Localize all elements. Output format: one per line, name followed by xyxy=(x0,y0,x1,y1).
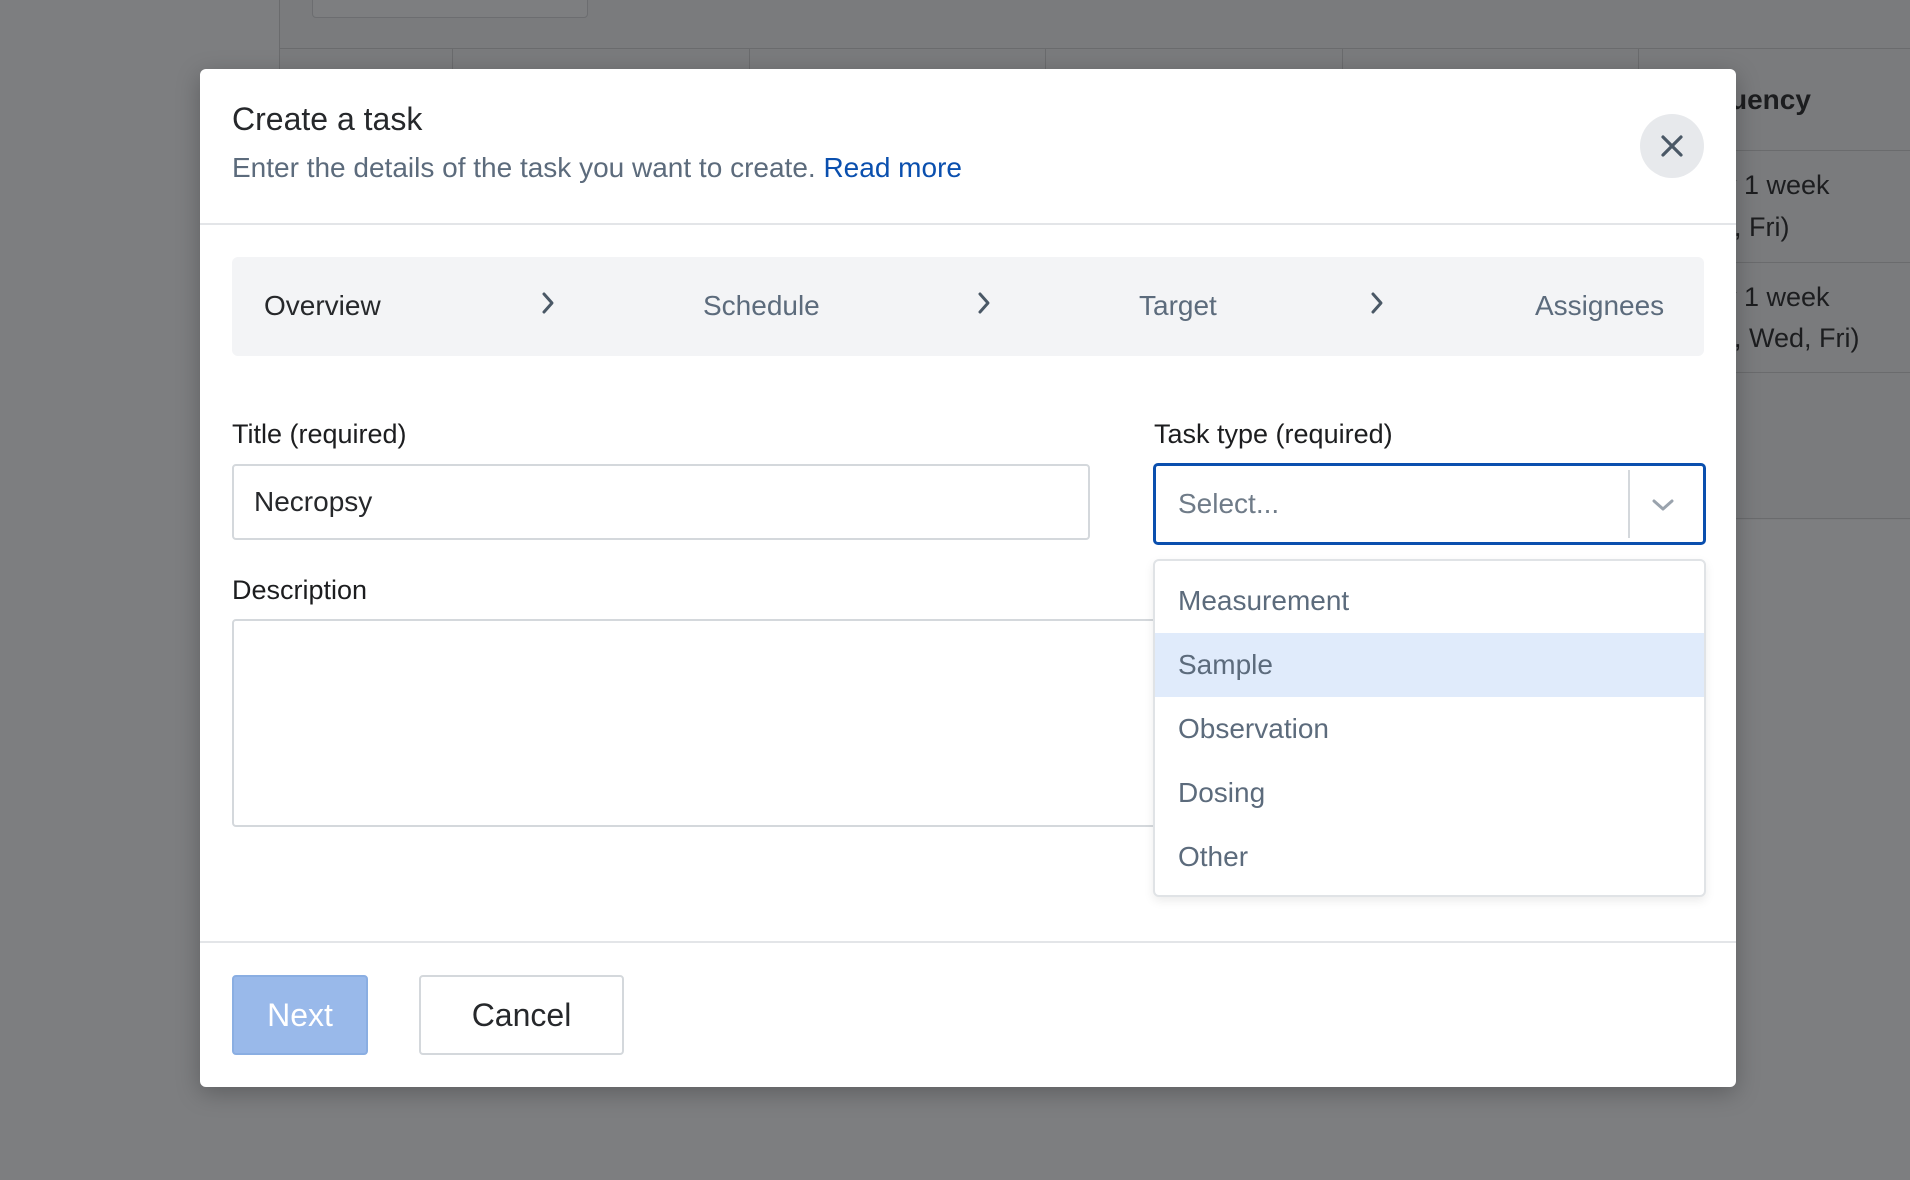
background-cell: , Fri) xyxy=(1734,212,1790,242)
description-label: Description xyxy=(232,575,368,605)
background-column-header: uency xyxy=(1730,84,1811,115)
task-type-dropdown: Measurement Sample Observation Dosing Ot… xyxy=(1153,559,1706,897)
dialog-header: Create a task Enter the details of the t… xyxy=(200,69,1736,225)
title-label: Title (required) xyxy=(232,419,407,449)
step-target[interactable]: Target xyxy=(1139,290,1217,322)
step-schedule[interactable]: Schedule xyxy=(703,290,820,322)
option-dosing[interactable]: Dosing xyxy=(1155,761,1704,825)
create-task-dialog: Create a task Enter the details of the t… xyxy=(200,69,1736,1087)
background-table-border xyxy=(279,48,1910,49)
select-divider xyxy=(1628,470,1630,538)
title-input[interactable]: Necropsy xyxy=(232,464,1090,540)
task-type-select[interactable]: Select... xyxy=(1153,463,1706,545)
close-icon xyxy=(1661,135,1683,157)
cancel-button[interactable]: Cancel xyxy=(419,975,624,1055)
footer-divider xyxy=(200,941,1736,943)
close-button[interactable] xyxy=(1640,114,1704,178)
dialog-subtitle: Enter the details of the task you want t… xyxy=(232,152,962,184)
chevron-right-icon xyxy=(978,292,990,314)
background-cell: y 1 week xyxy=(1723,282,1830,312)
next-button[interactable]: Next xyxy=(232,975,368,1055)
read-more-link[interactable]: Read more xyxy=(823,152,962,183)
chevron-right-icon xyxy=(542,292,554,314)
dialog-subtitle-text: Enter the details of the task you want t… xyxy=(232,152,816,183)
background-input xyxy=(312,0,588,18)
dialog-title: Create a task xyxy=(232,101,423,137)
option-other[interactable]: Other xyxy=(1155,825,1704,889)
step-assignees[interactable]: Assignees xyxy=(1535,290,1664,322)
task-type-placeholder: Select... xyxy=(1178,488,1280,519)
background-cell: y 1 week xyxy=(1723,170,1830,200)
chevron-right-icon xyxy=(1371,292,1383,314)
chevron-down-icon[interactable] xyxy=(1648,490,1678,520)
step-overview[interactable]: Overview xyxy=(264,290,381,322)
option-measurement[interactable]: Measurement xyxy=(1155,569,1704,633)
background-cell: , Wed, Fri) xyxy=(1734,323,1860,353)
option-observation[interactable]: Observation xyxy=(1155,697,1704,761)
option-sample[interactable]: Sample xyxy=(1155,633,1704,697)
step-indicator: Overview Schedule Target Assignees xyxy=(232,257,1704,356)
task-type-label: Task type (required) xyxy=(1154,419,1393,449)
